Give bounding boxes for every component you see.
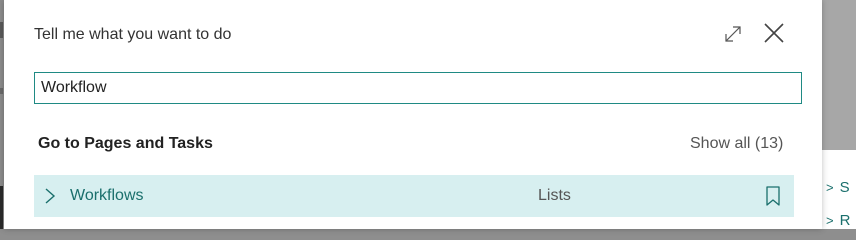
section-title: Go to Pages and Tasks	[38, 135, 213, 152]
close-button[interactable]	[761, 20, 787, 46]
background-link-label: S	[839, 179, 850, 196]
chevron-right-icon: >	[826, 180, 834, 195]
background-link-label: R	[839, 212, 851, 229]
show-all-link[interactable]: Show all (13)	[690, 135, 783, 153]
bookmark-icon[interactable]	[765, 186, 781, 206]
result-name: Workflows	[70, 187, 144, 204]
result-row[interactable]: Workflows Lists	[34, 175, 794, 217]
close-icon	[764, 23, 784, 43]
dialog-title: Tell me what you want to do	[34, 26, 232, 43]
expand-icon	[725, 26, 741, 42]
search-input[interactable]	[34, 72, 802, 104]
expand-button[interactable]	[720, 20, 746, 46]
background-overlay	[822, 0, 856, 150]
tell-me-dialog: Tell me what you want to do Go to Pages …	[4, 0, 822, 229]
background-link-item: > R	[826, 212, 850, 229]
background-element	[0, 22, 3, 38]
chevron-right-icon	[45, 188, 56, 204]
result-category: Lists	[538, 187, 571, 204]
background-link-item: > S	[826, 179, 850, 196]
background-element	[0, 88, 3, 94]
background-element	[0, 186, 3, 229]
chevron-right-icon: >	[826, 213, 834, 228]
